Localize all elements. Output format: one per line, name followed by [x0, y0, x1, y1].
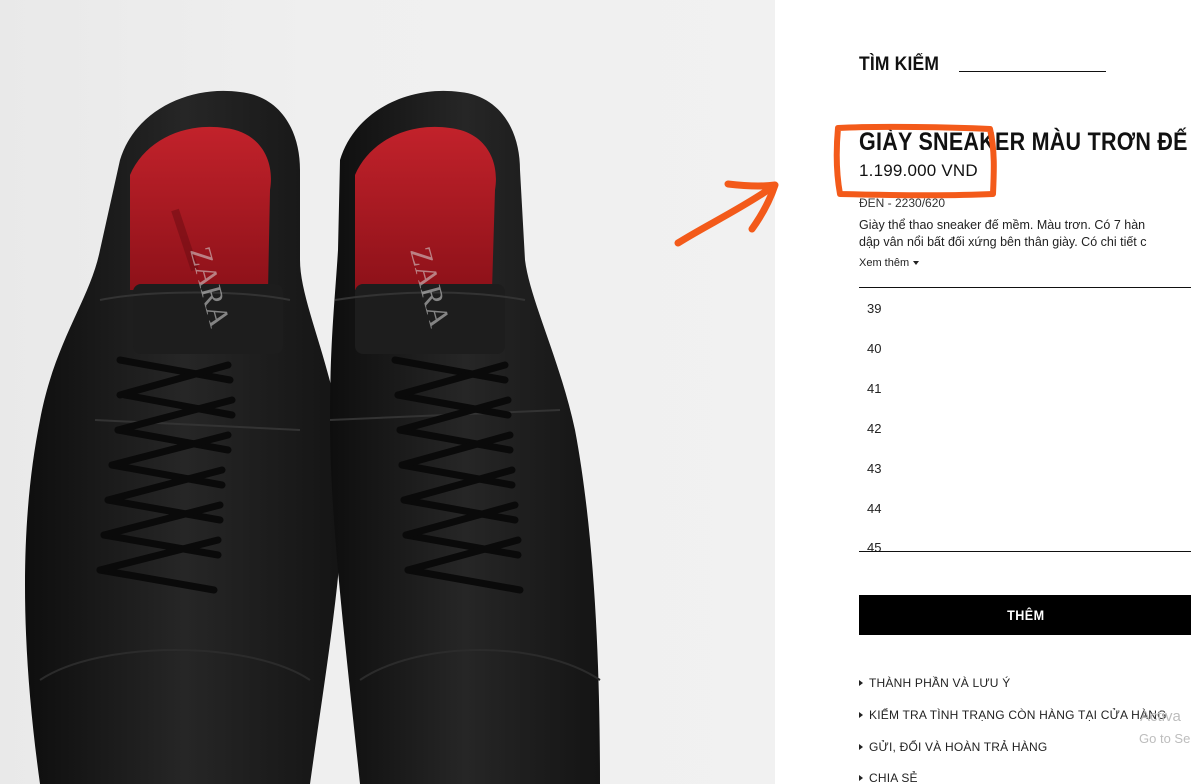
size-option[interactable]: 41	[867, 381, 881, 396]
link-label[interactable]: THÀNH PHẦN VÀ LƯU Ý	[869, 676, 1010, 690]
size-option[interactable]: 45	[867, 540, 881, 551]
shipping-returns-link[interactable]: GỬI, ĐỔI VÀ HOÀN TRẢ HÀNG	[859, 740, 1047, 754]
triangle-right-icon	[859, 711, 863, 718]
sneaker-pair-image: ZARA ZARA	[25, 90, 601, 784]
size-option[interactable]: 40	[867, 341, 881, 356]
search-input-underline[interactable]	[959, 71, 1106, 72]
search-label[interactable]: TÌM KIẾM	[859, 54, 939, 76]
link-label[interactable]: CHIA SẺ	[869, 771, 918, 784]
add-to-cart-label[interactable]: THÊM	[1007, 607, 1045, 623]
product-detail-panel: TÌM KIẾM GIÀY SNEAKER MÀU TRƠN ĐẾ 1.199.…	[775, 0, 1191, 784]
triangle-right-icon	[859, 774, 863, 781]
link-label[interactable]: KIỂM TRA TÌNH TRẠNG CÒN HÀNG TẠI CỬA HÀN…	[869, 708, 1167, 722]
product-color-reference: ĐEN - 2230/620	[859, 196, 946, 210]
link-label[interactable]: GỬI, ĐỔI VÀ HOÀN TRẢ HÀNG	[869, 740, 1047, 754]
right-shoe: ZARA	[329, 90, 601, 784]
add-to-cart-button[interactable]: THÊM	[859, 595, 1191, 635]
description-line: Giày thể thao sneaker đế mềm. Màu trơn. …	[859, 218, 1146, 232]
size-option[interactable]: 43	[867, 461, 881, 476]
product-title: GIÀY SNEAKER MÀU TRƠN ĐẾ	[859, 128, 1188, 156]
activation-watermark: Activa	[1140, 708, 1181, 725]
product-description: Giày thể thao sneaker đế mềm. Màu trơn. …	[859, 217, 1191, 251]
check-store-availability-link[interactable]: KIỂM TRA TÌNH TRẠNG CÒN HÀNG TẠI CỬA HÀN…	[859, 708, 1167, 722]
size-option[interactable]: 42	[867, 421, 881, 436]
search-bar[interactable]: TÌM KIẾM	[859, 54, 1106, 76]
description-line: dập vân nổi bất đối xứng bên thân giày. …	[859, 235, 1147, 249]
product-image: ZARA ZARA	[0, 0, 775, 784]
see-more-link[interactable]: Xem thêm	[859, 257, 920, 269]
composition-care-link[interactable]: THÀNH PHẦN VÀ LƯU Ý	[859, 676, 1010, 690]
triangle-right-icon	[859, 743, 863, 750]
activation-watermark-sub: Go to Se	[1139, 731, 1191, 746]
product-price: 1.199.000 VND	[859, 161, 978, 180]
share-link[interactable]: CHIA SẺ	[859, 771, 918, 784]
size-option[interactable]: 39	[867, 301, 881, 316]
size-option[interactable]: 44	[867, 501, 881, 516]
left-shoe: ZARA	[25, 90, 344, 784]
size-selector[interactable]: 39 40 41 42 43 44 45	[859, 287, 1191, 552]
see-more-label[interactable]: Xem thêm	[859, 257, 909, 269]
triangle-right-icon	[859, 679, 863, 686]
caret-down-icon[interactable]	[913, 261, 920, 266]
